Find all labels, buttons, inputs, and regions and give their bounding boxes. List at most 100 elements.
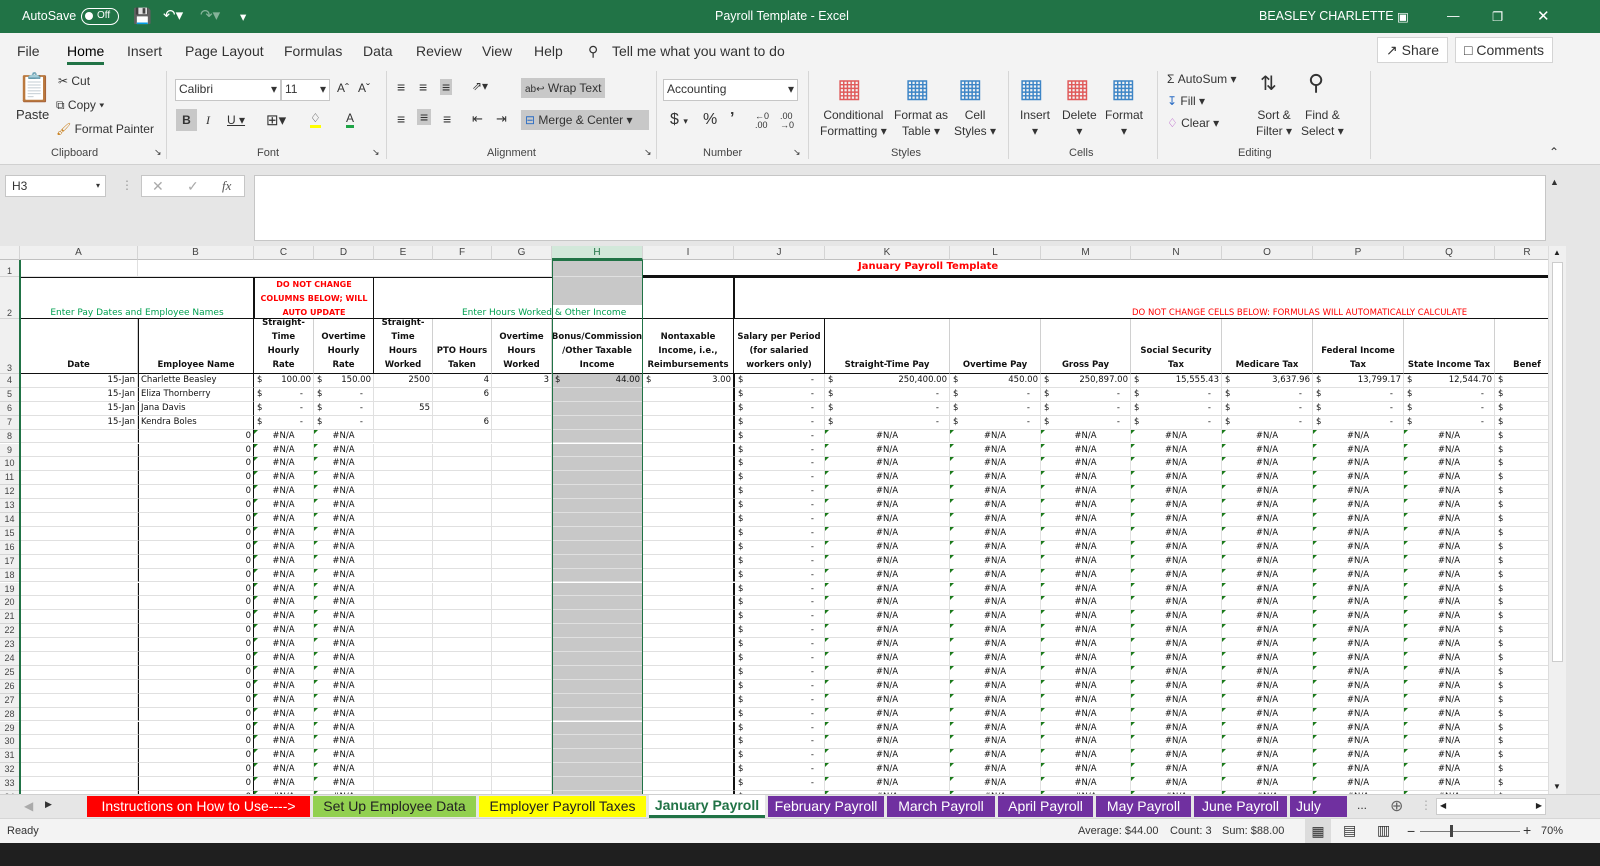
formula-cell[interactable]: #N/A [1041,485,1131,500]
formula-cell[interactable]: #N/A [1313,638,1404,652]
enter-icon[interactable]: ✓ [187,178,199,195]
ot-rate-cell[interactable]: #N/A [314,540,374,555]
pto-cell[interactable] [433,429,492,444]
cell-bonus[interactable] [552,415,643,430]
salary-cell[interactable]: $- [734,568,825,583]
formula-cell[interactable]: #N/A [825,596,950,611]
underline-button[interactable]: U ▾ [227,113,245,127]
pto-cell[interactable] [433,693,492,708]
employee-name-cell[interactable]: 0 [138,763,254,778]
formula-cell[interactable]: #N/A [825,693,950,708]
bonus-cell[interactable] [552,735,643,750]
employee-name-cell[interactable]: 0 [138,735,254,750]
ot-hours-cell[interactable] [492,485,552,500]
header-n[interactable]: Social Security Tax [1131,319,1222,374]
decrease-indent-icon[interactable]: ⇤ [472,111,483,127]
column-header-j[interactable]: J [734,246,825,260]
copy-button[interactable]: ⧉ Copy ▾ [56,98,104,113]
bonus-cell[interactable] [552,582,643,597]
cell-st-hours[interactable]: 2500 [374,374,433,388]
salary-cell[interactable]: $- [734,652,825,666]
cell-state[interactable]: $ - [1404,387,1495,402]
column-header-q[interactable]: Q [1404,246,1495,260]
conditional-formatting-icon[interactable]: ▦ [837,73,862,104]
sheet-tab-may-payroll[interactable]: May Payroll [1096,796,1191,817]
formula-cell[interactable]: #N/A [1131,665,1222,680]
row-header-14[interactable]: 14 [0,513,20,527]
cell-gross[interactable]: $ - [1041,415,1131,430]
expand-formula-bar-icon[interactable]: ▲ [1550,177,1559,187]
header-q[interactable]: State Income Tax [1404,319,1495,374]
formula-cell[interactable]: #N/A [1222,707,1313,722]
formula-cell[interactable]: #N/A [1041,679,1131,694]
header-a[interactable]: Date [20,319,138,374]
ot-hours-cell[interactable] [492,499,552,513]
formula-cell[interactable]: #N/A [1222,554,1313,569]
formula-cell[interactable]: #N/A [1222,485,1313,500]
date-cell[interactable] [20,624,138,639]
bonus-cell[interactable] [552,624,643,639]
formula-cell[interactable]: #N/A [1131,526,1222,541]
pto-cell[interactable] [433,763,492,778]
sheet-tab-january-payroll[interactable]: January Payroll [649,795,765,818]
employee-name-cell[interactable]: 0 [138,610,254,625]
st-hours-cell[interactable] [374,652,433,666]
formula-cell[interactable]: #N/A [1313,693,1404,708]
cell-ot-rate[interactable]: $150.00 [314,374,374,388]
benefits-cell[interactable]: $ [1495,610,1548,625]
st-hours-cell[interactable] [374,582,433,597]
st-hours-cell[interactable] [374,540,433,555]
st-rate-cell[interactable]: #N/A [254,429,314,444]
formula-cell[interactable]: #N/A [1313,443,1404,458]
formula-cell[interactable]: #N/A [825,513,950,527]
st-rate-cell[interactable]: #N/A [254,638,314,652]
st-rate-cell[interactable]: #N/A [254,443,314,458]
formula-cell[interactable]: #N/A [1313,610,1404,625]
employee-name-cell[interactable]: 0 [138,624,254,639]
ot-hours-cell[interactable] [492,554,552,569]
header-b[interactable]: Employee Name [138,319,254,374]
st-hours-cell[interactable] [374,429,433,444]
benefits-cell[interactable]: $ [1495,694,1548,708]
st-rate-cell[interactable]: #N/A [254,610,314,625]
formula-cell[interactable]: #N/A [1404,652,1495,666]
ot-hours-cell[interactable] [492,596,552,611]
formula-cell[interactable]: #N/A [1222,749,1313,764]
ot-rate-cell[interactable]: #N/A [314,471,374,486]
font-name-select[interactable]: Calibri ▾ [175,79,281,101]
formula-cell[interactable]: #N/A [950,624,1041,639]
formula-cell[interactable]: #N/A [1404,763,1495,778]
nontax-cell[interactable] [643,457,734,472]
formula-cell[interactable]: #N/A [1313,540,1404,555]
nontax-cell[interactable] [643,499,734,513]
date-cell[interactable]: 15-Jan [20,401,138,416]
date-cell[interactable] [20,665,138,680]
ot-rate-cell[interactable]: #N/A [314,610,374,625]
cell-ot-pay[interactable]: $ - [950,401,1041,416]
employee-name-cell[interactable]: 0 [138,679,254,694]
st-hours-cell[interactable] [374,485,433,500]
employee-name-cell[interactable]: 0 [138,721,254,736]
bonus-cell[interactable] [552,679,643,694]
cell-ot-pay[interactable]: $ - [950,387,1041,402]
salary-cell[interactable]: $- [734,610,825,625]
nontax-cell[interactable] [643,735,734,750]
formula-cell[interactable]: #N/A [1131,735,1222,750]
formula-cell[interactable]: #N/A [1404,638,1495,652]
formula-cell[interactable]: #N/A [1222,596,1313,611]
benefits-cell[interactable]: $ [1495,569,1548,583]
page-layout-view-icon[interactable]: ▤ [1343,822,1356,839]
benefits-cell[interactable]: $ [1495,777,1548,791]
sheet-tab-instructions-on-how-to-use[interactable]: Instructions on How to Use----> [87,796,310,817]
formula-cell[interactable]: #N/A [950,610,1041,625]
benefits-cell[interactable]: $ [1495,583,1548,597]
formula-cell[interactable]: #N/A [1041,526,1131,541]
spreadsheet-grid[interactable]: A B C D E F G H I J K L M N O P Q R 1 2 3 4 5 6 7 8 9 10 11 12 13 14 15 1… [0,246,1548,794]
formula-cell[interactable]: #N/A [950,596,1041,611]
column-header-f[interactable]: F [433,246,492,260]
formula-cell[interactable]: #N/A [1222,471,1313,486]
formula-cell[interactable]: #N/A [1222,652,1313,666]
cell-ss[interactable]: $15,555.43 [1131,374,1222,388]
nontax-cell[interactable] [643,443,734,458]
nontax-cell[interactable] [643,513,734,527]
